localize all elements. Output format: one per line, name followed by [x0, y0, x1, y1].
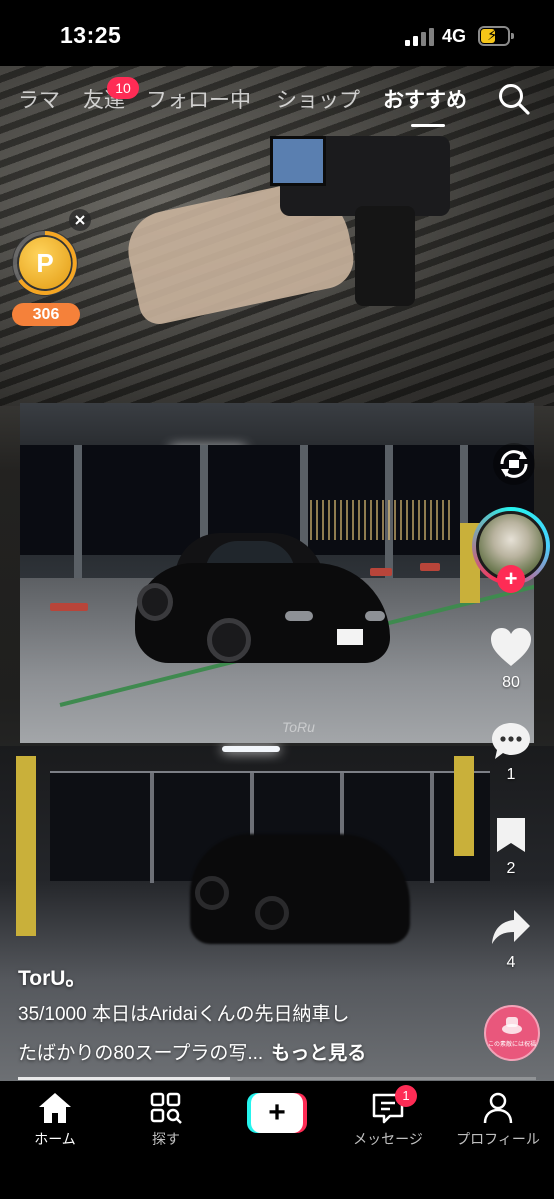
nav-profile[interactable]: プロフィール: [448, 1091, 548, 1149]
battery-icon: ⚡: [478, 26, 514, 46]
nav-inbox-label: メッセージ: [353, 1131, 423, 1147]
black-supra-car: [135, 533, 395, 678]
status-time: 13:25: [60, 22, 122, 48]
coin-close-button[interactable]: [69, 209, 91, 231]
nav-home-label: ホーム: [34, 1131, 76, 1147]
car-photo: ToRu: [20, 403, 534, 743]
tab-for-you[interactable]: おすすめ: [383, 84, 467, 114]
save-count: 2: [506, 860, 516, 877]
explore-icon: [150, 1092, 182, 1124]
nav-home[interactable]: ホーム: [5, 1091, 105, 1149]
top-feed-tabs: ラマ 友達 フォロー中 ショップ おすすめ: [0, 78, 554, 124]
bottom-nav: ホーム 探す + メッセージ 1 プロフィール: [0, 1081, 554, 1199]
like-count: 80: [502, 674, 520, 691]
follow-button[interactable]: +: [497, 565, 525, 593]
see-more-link[interactable]: もっと見る: [271, 1043, 366, 1064]
share-icon[interactable]: [490, 908, 532, 948]
create-plus-icon: +: [251, 1093, 303, 1133]
caption-line-1: 35/1000 本日はAridaiくんの先日納車し: [18, 1004, 350, 1025]
nav-explore-label: 探す: [152, 1131, 180, 1147]
close-icon: [75, 215, 85, 225]
inbox-badge: 1: [395, 1085, 417, 1107]
comment-icon[interactable]: [490, 720, 532, 762]
nav-profile-label: プロフィール: [456, 1131, 540, 1147]
home-icon: [39, 1093, 71, 1123]
bookmark-icon[interactable]: [494, 816, 528, 854]
share-count: 4: [506, 954, 516, 971]
music-disc[interactable]: この素敵には祝福がな: [484, 1005, 540, 1061]
coin-reward-widget[interactable]: P: [12, 230, 78, 296]
photo-watermark: ToRu: [282, 719, 315, 735]
signal-icon: [405, 28, 435, 46]
coin-count: 306: [12, 303, 80, 326]
profile-icon: [483, 1092, 513, 1124]
network-type: 4G: [442, 26, 467, 46]
tab-shop[interactable]: ショップ: [276, 84, 360, 114]
music-disc-text: この素敵には祝福がな: [488, 1042, 536, 1048]
video-progress-fill: [18, 1077, 231, 1080]
friends-badge: 10: [107, 77, 139, 99]
search-icon[interactable]: [497, 82, 531, 116]
music-cover-icon: [502, 1017, 522, 1034]
active-tab-indicator: [411, 124, 445, 127]
caption-text: たばかりの80スープラの写...: [18, 1043, 264, 1064]
tab-following[interactable]: フォロー中: [146, 84, 251, 114]
coin-icon: P: [19, 237, 71, 289]
tab-drama[interactable]: ラマ: [18, 84, 60, 114]
nav-explore[interactable]: 探す: [116, 1091, 216, 1149]
comment-count: 1: [506, 766, 516, 783]
video-progress-bar[interactable]: [18, 1077, 536, 1080]
create-button[interactable]: +: [247, 1093, 307, 1133]
caption-line-2: たばかりの80スープラの写... もっと見る: [18, 1038, 366, 1065]
heart-icon[interactable]: [489, 626, 533, 668]
rotate-screen-icon[interactable]: [492, 442, 536, 486]
creator-username[interactable]: TorU。: [18, 962, 86, 992]
status-bar: 13:25 4G ⚡: [0, 0, 554, 66]
nav-inbox[interactable]: メッセージ: [338, 1091, 438, 1149]
